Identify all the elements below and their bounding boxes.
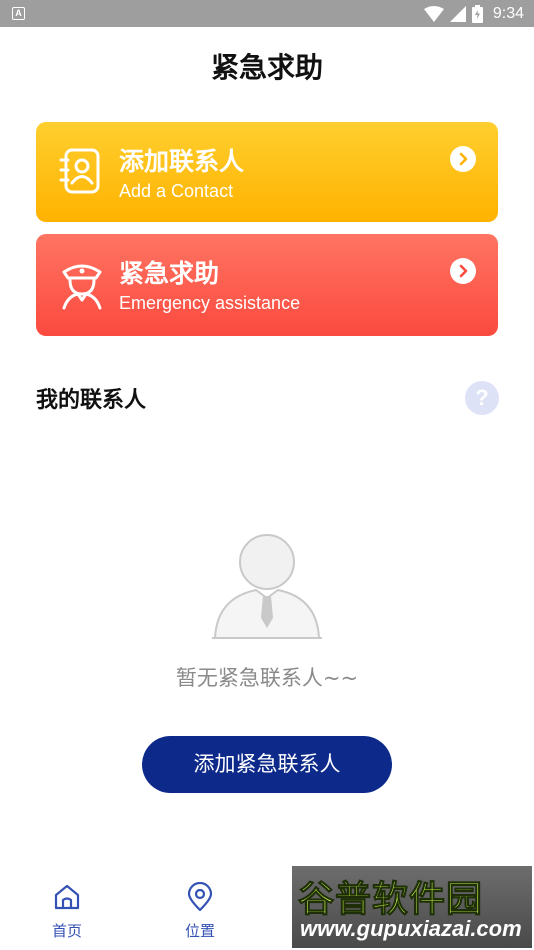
status-time: 9:34 bbox=[492, 4, 524, 22]
tab-location[interactable]: 位置 bbox=[165, 882, 235, 941]
add-contact-card[interactable]: 添加联系人 Add a Contact bbox=[36, 122, 498, 222]
add-contact-subtitle: Add a Contact bbox=[119, 181, 234, 201]
add-emergency-contact-button[interactable]: 添加紧急联系人 bbox=[142, 736, 392, 793]
wifi-icon bbox=[423, 5, 444, 22]
location-pin-icon bbox=[187, 882, 213, 912]
add-contact-title: 添加联系人 bbox=[119, 147, 245, 176]
home-icon bbox=[54, 884, 80, 910]
tab-home[interactable]: 首页 bbox=[32, 882, 102, 941]
chevron-right-icon bbox=[450, 146, 476, 172]
chevron-right-icon bbox=[450, 258, 476, 284]
empty-contact-illustration bbox=[212, 534, 322, 639]
status-bar: A 9:34 bbox=[0, 0, 534, 27]
help-icon[interactable]: ? bbox=[465, 381, 499, 415]
watermark-logo: 谷普软件园 www.gupuxiazai.com bbox=[292, 866, 532, 948]
emergency-title: 紧急求助 bbox=[119, 259, 220, 288]
page-title: 紧急求助 bbox=[210, 51, 323, 84]
empty-state-text: 暂无紧急联系人~~ bbox=[175, 666, 359, 690]
battery-icon bbox=[471, 4, 483, 23]
watermark-text-url: www.gupuxiazai.com bbox=[300, 916, 522, 941]
my-contacts-title: 我的联系人 bbox=[36, 388, 147, 413]
watermark-text-cn: 谷普软件园 bbox=[297, 879, 484, 921]
emergency-subtitle: Emergency assistance bbox=[119, 293, 301, 313]
tab-location-label: 位置 bbox=[184, 922, 215, 940]
guard-icon bbox=[62, 264, 102, 310]
tab-home-label: 首页 bbox=[51, 922, 82, 940]
emergency-assistance-card[interactable]: 紧急求助 Emergency assistance bbox=[36, 234, 498, 336]
signal-icon bbox=[449, 5, 466, 22]
status-notification-badge: A bbox=[12, 7, 25, 20]
status-icons: 9:34 bbox=[423, 3, 524, 24]
contact-card-icon bbox=[59, 148, 100, 194]
